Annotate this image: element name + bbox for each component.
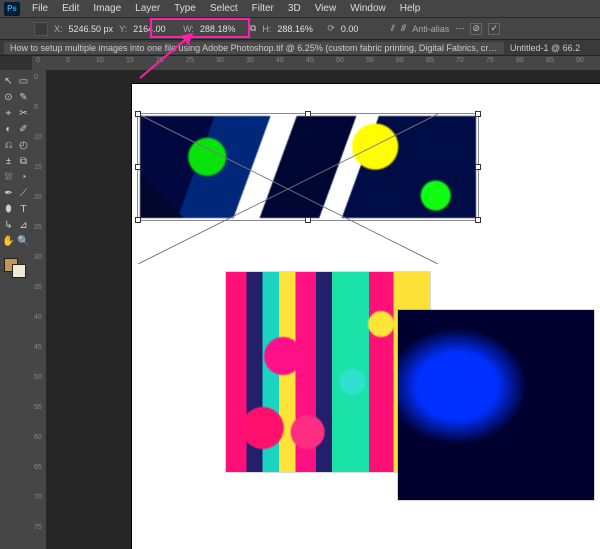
ruler-vertical: 0 5 10 15 20 25 30 35 40 45 50 55 60 65 … bbox=[32, 70, 46, 549]
dots-icon[interactable]: ⋯ bbox=[455, 23, 464, 34]
menu-help[interactable]: Help bbox=[394, 1, 427, 16]
menu-file[interactable]: File bbox=[26, 1, 54, 16]
handle-ne[interactable] bbox=[475, 111, 481, 117]
menu-window[interactable]: Window bbox=[344, 1, 392, 16]
history-brush-tool[interactable]: ◴ bbox=[17, 138, 31, 152]
skew-v-icon[interactable]: ⫻ bbox=[401, 23, 406, 34]
antialias-label: Anti-alias bbox=[412, 24, 449, 34]
dodge-tool[interactable]: ◔ bbox=[17, 170, 31, 184]
tab-document-2[interactable]: Untitled-1 @ 66.2 bbox=[504, 42, 586, 54]
menu-type[interactable]: Type bbox=[168, 1, 202, 16]
heal-tool[interactable]: ◐ bbox=[2, 122, 16, 136]
rotate-view-tool[interactable]: ⊿ bbox=[17, 218, 31, 232]
w-label: W: bbox=[183, 24, 194, 34]
x-label: X: bbox=[54, 24, 63, 34]
handle-se[interactable] bbox=[475, 217, 481, 223]
menu-view[interactable]: View bbox=[309, 1, 343, 16]
blur-tool[interactable]: ⛆ bbox=[2, 170, 16, 184]
options-bar: X: 5246.50 px Y: 2164.00 W: 288.18% ⧉ H:… bbox=[0, 18, 600, 40]
shape-tool[interactable]: T bbox=[17, 202, 31, 216]
transform-ref-icon[interactable] bbox=[34, 22, 48, 36]
tab-label: Untitled-1 @ 66.2 bbox=[510, 43, 580, 53]
toolbox: ↖▭ ⊙✎ ⌖✂ ◐✐ ⎌◴ ±⧉ ⛆◔ ✒⟋ ⬮T ↳⊿ ✋🔍 bbox=[0, 70, 32, 549]
artboard[interactable] bbox=[132, 84, 600, 549]
tab-label: How to setup multiple images into one fi… bbox=[10, 43, 504, 53]
hand-tool[interactable]: ↳ bbox=[2, 218, 16, 232]
transform-diagonals bbox=[138, 114, 438, 264]
extra-tool[interactable]: 🔍 bbox=[17, 234, 31, 248]
handle-e[interactable] bbox=[475, 164, 481, 170]
h-label: H: bbox=[262, 24, 271, 34]
skew-h-icon[interactable]: ⫽ bbox=[391, 23, 395, 34]
rotate-value[interactable]: 0.00 bbox=[341, 24, 385, 34]
eraser-tool[interactable]: ± bbox=[2, 154, 16, 168]
x-value[interactable]: 5246.50 px bbox=[69, 24, 114, 34]
canvas-area[interactable] bbox=[46, 70, 600, 549]
menu-select[interactable]: Select bbox=[204, 1, 244, 16]
gradient-tool[interactable]: ⧉ bbox=[17, 154, 31, 168]
cancel-transform-button[interactable]: ⊘ bbox=[470, 23, 482, 35]
ruler-horizontal: 0 5 10 15 20 25 30 35 40 45 50 55 60 65 … bbox=[32, 56, 600, 70]
rotate-label: ⟳ bbox=[327, 23, 335, 34]
w-value[interactable]: 288.18% bbox=[200, 24, 244, 34]
lasso-tool[interactable]: ⊙ bbox=[2, 90, 16, 104]
h-value[interactable]: 288.16% bbox=[277, 24, 321, 34]
brush-tool[interactable]: ✐ bbox=[17, 122, 31, 136]
handle-nw[interactable] bbox=[135, 111, 141, 117]
handle-s[interactable] bbox=[305, 217, 311, 223]
transform-bounding-box[interactable] bbox=[137, 113, 479, 221]
menubar: Ps File Edit Image Layer Type Select Fil… bbox=[0, 0, 600, 18]
crop-tool[interactable]: ⌖ bbox=[2, 106, 16, 120]
pen-tool[interactable]: ✒ bbox=[2, 186, 16, 200]
handle-n[interactable] bbox=[305, 111, 311, 117]
handle-w[interactable] bbox=[135, 164, 141, 170]
menu-filter[interactable]: Filter bbox=[246, 1, 280, 16]
menu-image[interactable]: Image bbox=[87, 1, 127, 16]
menu-3d[interactable]: 3D bbox=[282, 1, 307, 16]
commit-transform-button[interactable]: ✓ bbox=[488, 23, 500, 35]
path-tool[interactable]: ⬮ bbox=[2, 202, 16, 216]
move-tool[interactable]: ↖ bbox=[2, 74, 16, 88]
type-tool[interactable]: ⟋ bbox=[17, 186, 31, 200]
tab-document-1[interactable]: How to setup multiple images into one fi… bbox=[4, 42, 504, 54]
magic-wand-tool[interactable]: ✎ bbox=[17, 90, 31, 104]
y-value[interactable]: 2164.00 bbox=[133, 24, 177, 34]
artboard-tool[interactable]: ▭ bbox=[17, 74, 31, 88]
placed-image-3[interactable] bbox=[398, 310, 594, 500]
link-icon[interactable]: ⧉ bbox=[250, 23, 256, 34]
menu-edit[interactable]: Edit bbox=[56, 1, 85, 16]
placed-image-1[interactable] bbox=[140, 116, 476, 218]
document-tabbar: How to setup multiple images into one fi… bbox=[0, 40, 600, 56]
menu-layer[interactable]: Layer bbox=[129, 1, 166, 16]
handle-sw[interactable] bbox=[135, 217, 141, 223]
eyedropper-tool[interactable]: ✂ bbox=[17, 106, 31, 120]
y-label: Y: bbox=[119, 24, 127, 34]
zoom-tool[interactable]: ✋ bbox=[2, 234, 16, 248]
background-color[interactable] bbox=[12, 264, 26, 278]
stamp-tool[interactable]: ⎌ bbox=[2, 138, 16, 152]
color-swatches[interactable] bbox=[4, 258, 28, 282]
app-logo: Ps bbox=[4, 2, 20, 16]
